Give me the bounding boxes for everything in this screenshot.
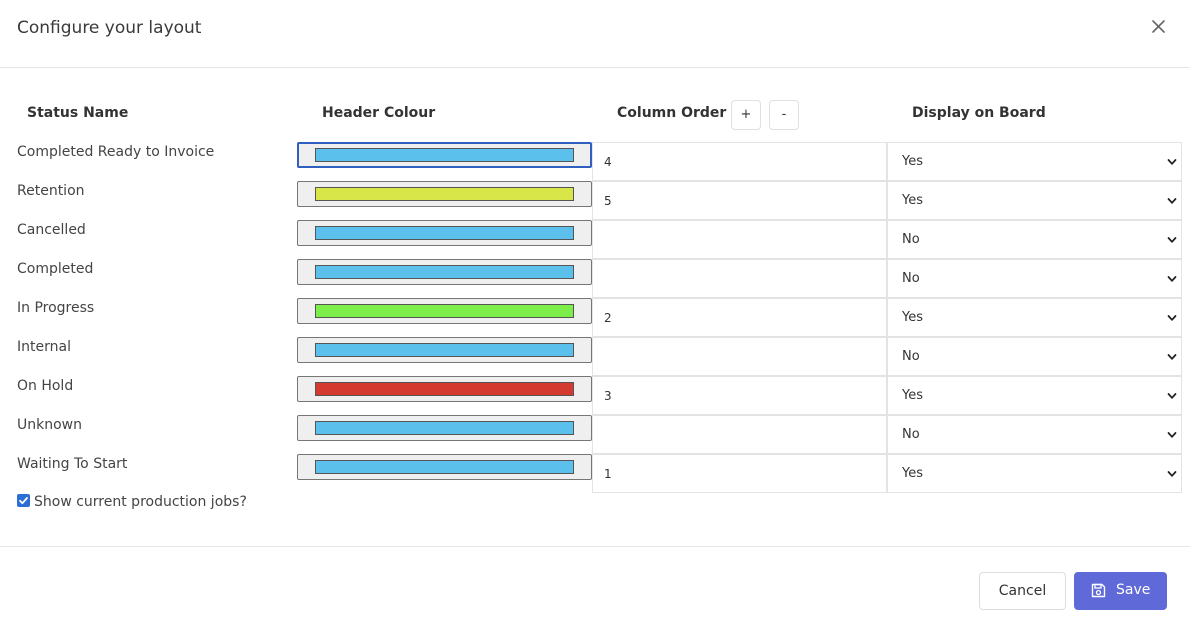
colour-swatch [315,187,574,201]
chevron-down-icon [1167,315,1177,321]
status-name: Completed Ready to Invoice [17,144,215,160]
colour-swatch [315,226,574,240]
display-on-board-select[interactable]: Yes [887,181,1182,220]
chevron-down-icon [1167,354,1177,360]
floppy-disk-icon [1091,583,1106,598]
display-on-board-select[interactable]: No [887,337,1182,376]
column-order-input[interactable] [592,220,887,259]
display-on-board-value: No [902,349,920,364]
chevron-down-icon [1167,471,1177,477]
status-name-header: Status Name [27,105,129,121]
display-on-board-value: Yes [902,388,923,403]
checkmark-icon [19,497,28,505]
display-on-board-value: Yes [902,310,923,325]
dialog-title: Configure your layout [17,18,202,38]
display-on-board-value: Yes [902,466,923,481]
display-on-board-select[interactable]: No [887,259,1182,298]
colour-swatch [315,304,574,318]
column-order-input[interactable] [592,415,887,454]
column-order-input[interactable] [592,181,887,220]
status-name: In Progress [17,300,95,316]
chevron-down-icon [1167,393,1177,399]
display-on-board-select[interactable]: No [887,220,1182,259]
header-colour-picker[interactable] [297,337,592,363]
header-colour-picker[interactable] [297,259,592,285]
column-order-input[interactable] [592,337,887,376]
column-order-input[interactable] [592,454,887,493]
status-name: Retention [17,183,85,199]
column-order-input[interactable] [592,142,887,181]
status-name: On Hold [17,378,74,394]
close-icon [1152,20,1165,33]
status-name: Waiting To Start [17,456,128,472]
order-increase-button[interactable]: + [731,100,761,130]
close-button[interactable] [1148,16,1170,38]
column-order-input[interactable] [592,376,887,415]
display-on-board-select[interactable]: No [887,415,1182,454]
display-on-board-value: Yes [902,154,923,169]
save-button[interactable]: Save [1074,572,1167,610]
display-on-board-select[interactable]: Yes [887,454,1182,493]
status-name: Internal [17,339,71,355]
display-on-board-header: Display on Board [912,105,1046,121]
header-colour-picker[interactable] [297,415,592,441]
display-on-board-select[interactable]: Yes [887,376,1182,415]
chevron-down-icon [1167,237,1177,243]
status-name: Cancelled [17,222,86,238]
cancel-button[interactable]: Cancel [979,572,1066,610]
status-name: Unknown [17,417,82,433]
footer-divider [0,546,1190,547]
chevron-down-icon [1167,159,1177,165]
header-colour-picker[interactable] [297,181,592,207]
status-name: Completed [17,261,94,277]
header-colour-header: Header Colour [322,105,436,121]
chevron-down-icon [1167,276,1177,282]
chevron-down-icon [1167,432,1177,438]
header-colour-picker[interactable] [297,298,592,324]
column-order-header: Column Order [617,105,727,121]
colour-swatch [315,343,574,357]
header-colour-picker[interactable] [297,220,592,246]
column-order-input[interactable] [592,259,887,298]
header-colour-picker[interactable] [297,454,592,480]
colour-swatch [315,421,574,435]
display-on-board-value: No [902,427,920,442]
display-on-board-select[interactable]: Yes [887,298,1182,337]
show-production-jobs-label: Show current production jobs? [34,494,247,510]
colour-swatch [315,382,574,396]
save-button-label: Save [1116,582,1151,598]
order-decrease-button[interactable]: - [769,100,799,130]
column-order-input[interactable] [592,298,887,337]
colour-swatch [315,460,574,474]
display-on-board-select[interactable]: Yes [887,142,1182,181]
show-production-jobs-checkbox[interactable] [17,494,30,507]
display-on-board-value: No [902,232,920,247]
colour-swatch [315,148,574,162]
header-colour-picker[interactable] [297,376,592,402]
dialog-header: Configure your layout [0,0,1190,68]
display-on-board-value: No [902,271,920,286]
colour-swatch [315,265,574,279]
display-on-board-value: Yes [902,193,923,208]
header-colour-picker[interactable] [297,142,592,168]
chevron-down-icon [1167,198,1177,204]
